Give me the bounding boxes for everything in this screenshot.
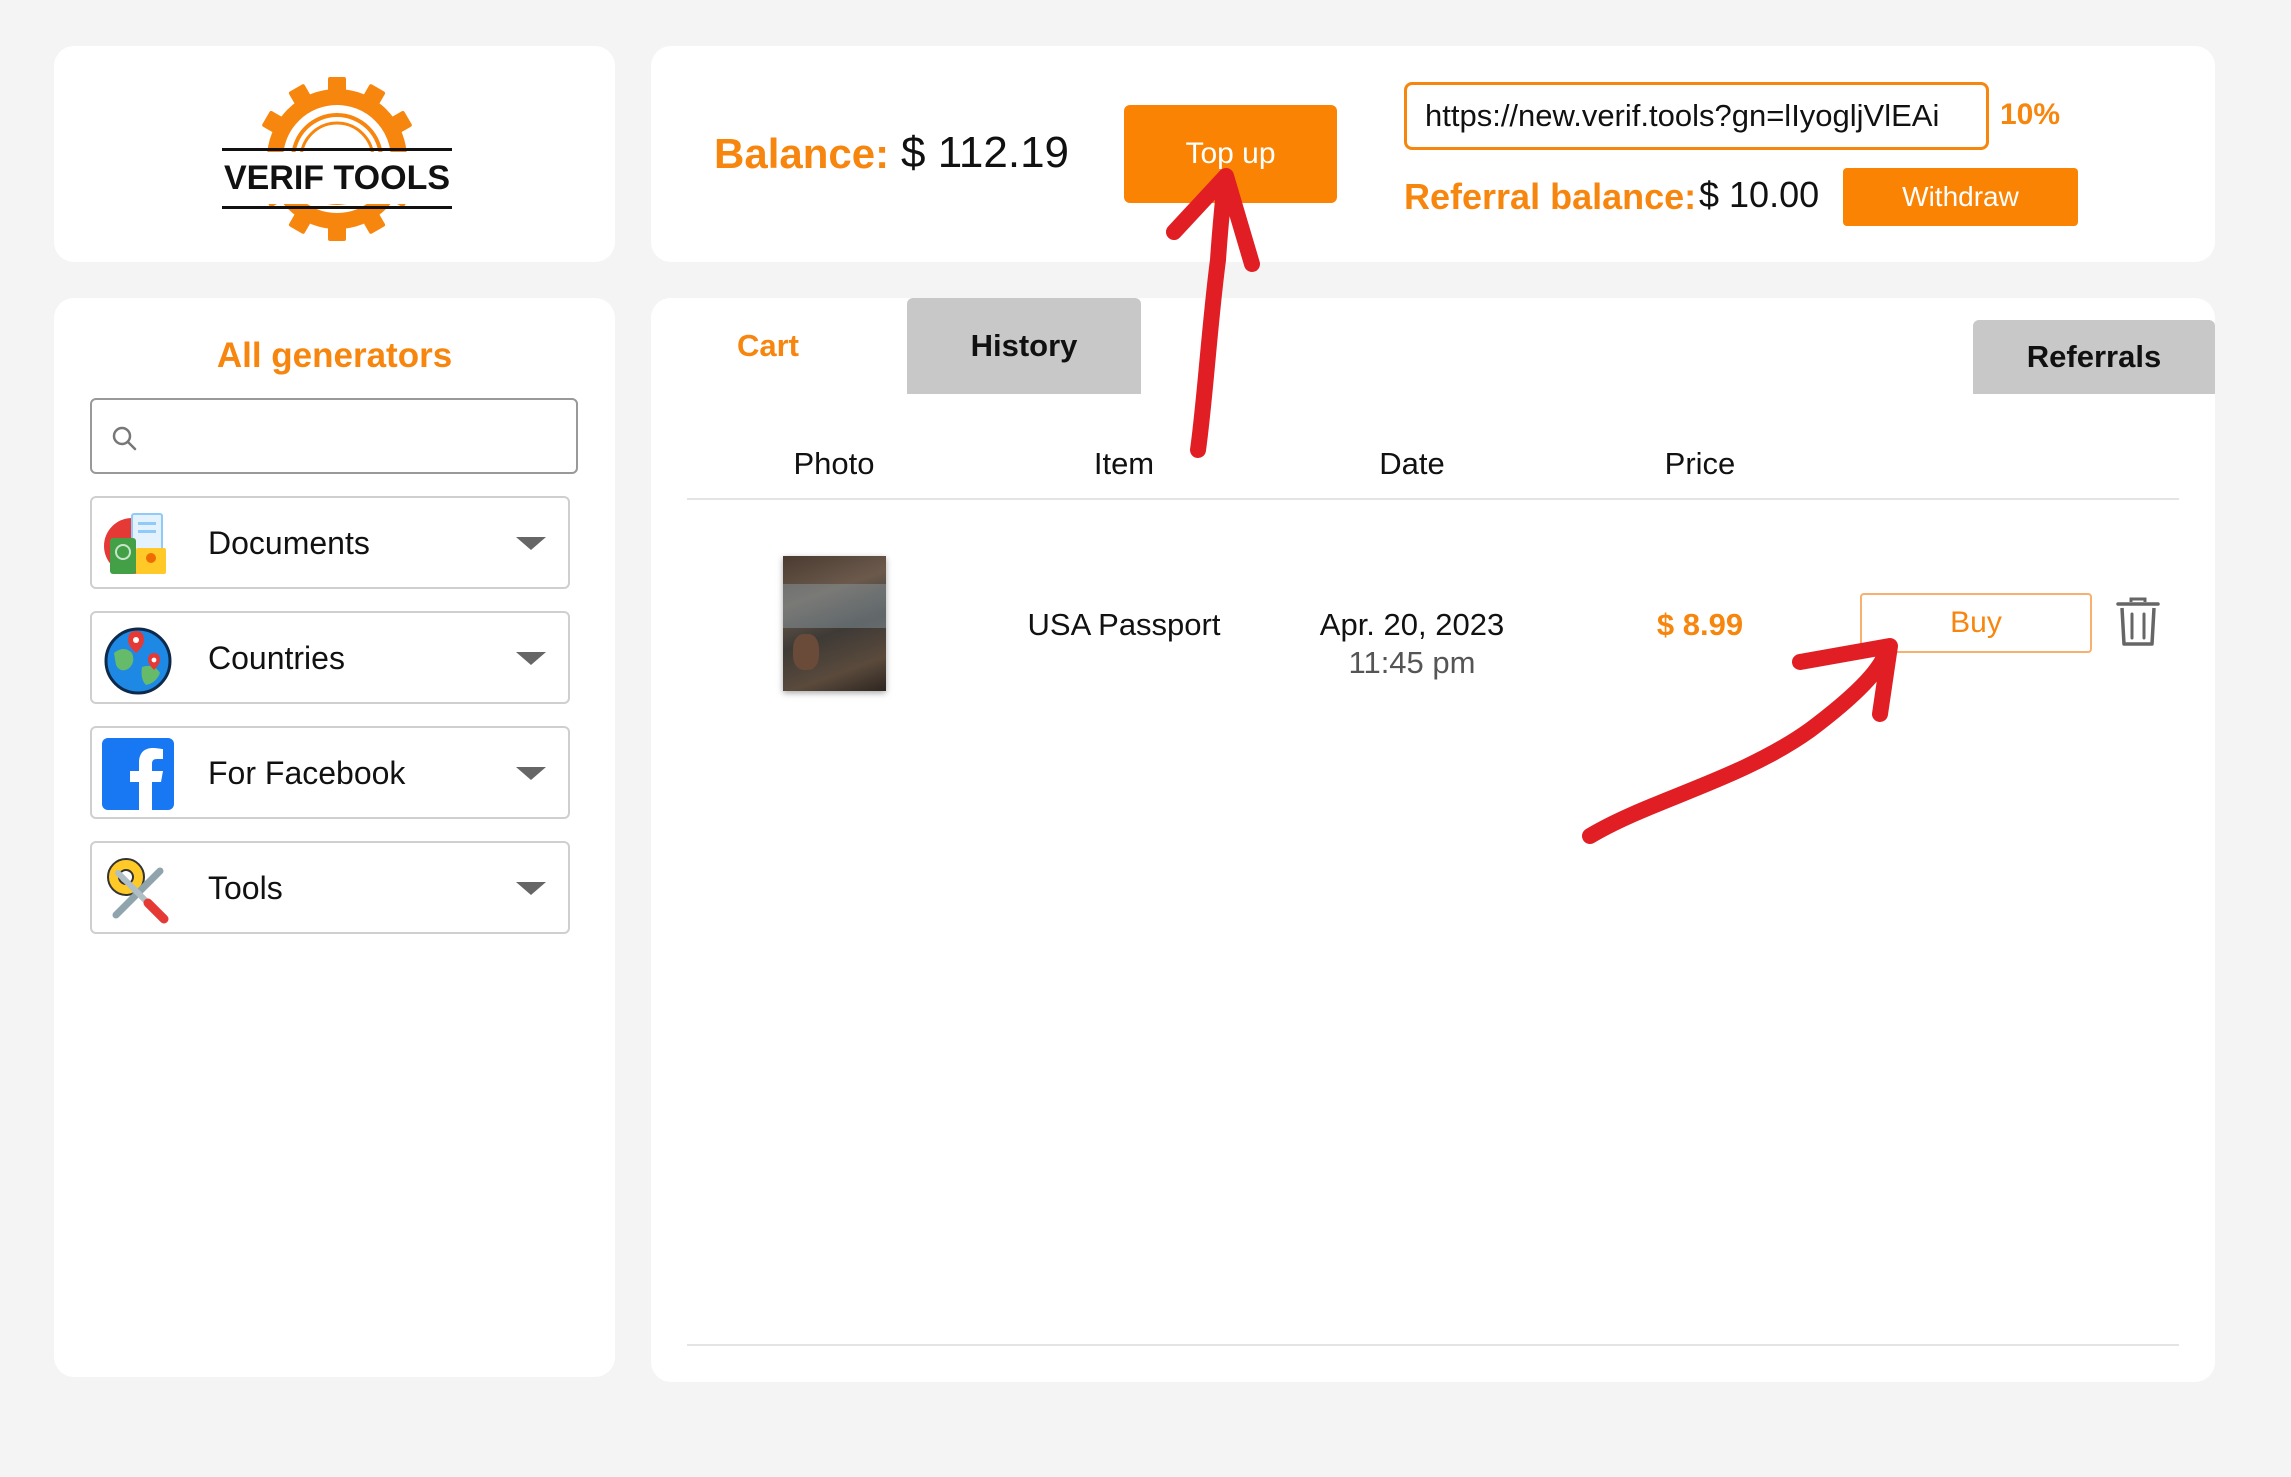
logo-text: VERIF TOOLS — [222, 152, 452, 204]
sidebar: All generators Documents Countries For F… — [54, 298, 615, 1377]
globe-icon — [104, 627, 172, 695]
sidebar-item-for-facebook[interactable]: For Facebook — [90, 726, 570, 819]
facebook-icon — [102, 738, 174, 810]
sidebar-item-label: Countries — [208, 640, 345, 676]
referral-link-field[interactable]: https://new.verif.tools?gn=lIyogljVlEAi — [1404, 82, 1989, 150]
sidebar-item-tools[interactable]: Tools — [90, 841, 570, 934]
referral-percent: 10% — [2000, 98, 2061, 131]
table-header: Photo Item Date Price — [687, 394, 2179, 500]
table-bottom-divider — [687, 1344, 2179, 1346]
chevron-down-icon — [516, 652, 546, 665]
sidebar-item-label: Documents — [208, 525, 370, 561]
item-price: $ 8.99 — [1656, 607, 1744, 642]
tab-cart[interactable]: Cart — [651, 298, 885, 394]
buy-button[interactable]: Buy — [1860, 593, 2092, 653]
logo-card: VERIF TOOLS — [54, 46, 615, 262]
balance-label: Balance: — [714, 130, 890, 177]
balance-value: $ 112.19 — [901, 128, 1070, 177]
item-date: Apr. 20, 2023 — [1319, 607, 1505, 642]
logo[interactable]: VERIF TOOLS — [222, 74, 452, 244]
sidebar-item-documents[interactable]: Documents — [90, 496, 570, 589]
balance-card: Balance: $ 112.19 Top up https://new.ver… — [651, 46, 2215, 262]
sidebar-item-label: Tools — [208, 870, 283, 906]
column-header-price: Price — [1664, 446, 1736, 481]
chevron-down-icon — [516, 537, 546, 550]
table-row: USA Passport Apr. 20, 2023 11:45 pm $ 8.… — [687, 500, 2179, 750]
item-name: USA Passport — [1027, 607, 1221, 642]
photo-band — [783, 584, 886, 628]
search-input[interactable] — [90, 398, 578, 474]
top-up-button[interactable]: Top up — [1124, 105, 1337, 203]
referral-balance-value: $ 10.00 — [1699, 174, 1820, 215]
photo-face — [793, 634, 819, 670]
tab-referrals[interactable]: Referrals — [1973, 320, 2215, 394]
column-header-photo: Photo — [793, 446, 875, 481]
column-header-date: Date — [1379, 446, 1445, 481]
cart-panel: Cart History Referrals Photo Item Date P… — [651, 298, 2215, 1382]
item-time: 11:45 pm — [1348, 645, 1476, 680]
sidebar-item-countries[interactable]: Countries — [90, 611, 570, 704]
documents-icon — [104, 513, 166, 574]
search-icon — [112, 426, 137, 451]
column-header-item: Item — [1093, 446, 1155, 481]
referral-balance-label: Referral balance: — [1404, 176, 1697, 217]
chevron-down-icon — [516, 882, 546, 895]
withdraw-button[interactable]: Withdraw — [1843, 168, 2078, 226]
sidebar-item-label: For Facebook — [208, 755, 406, 791]
item-photo[interactable] — [783, 556, 886, 691]
logo-rule-top — [222, 148, 452, 151]
sidebar-title: All generators — [216, 336, 453, 375]
tab-history[interactable]: History — [907, 298, 1141, 394]
chevron-down-icon — [516, 767, 546, 780]
tools-icon — [107, 858, 169, 924]
logo-rule-bottom — [222, 206, 452, 209]
trash-icon[interactable] — [2115, 596, 2161, 648]
